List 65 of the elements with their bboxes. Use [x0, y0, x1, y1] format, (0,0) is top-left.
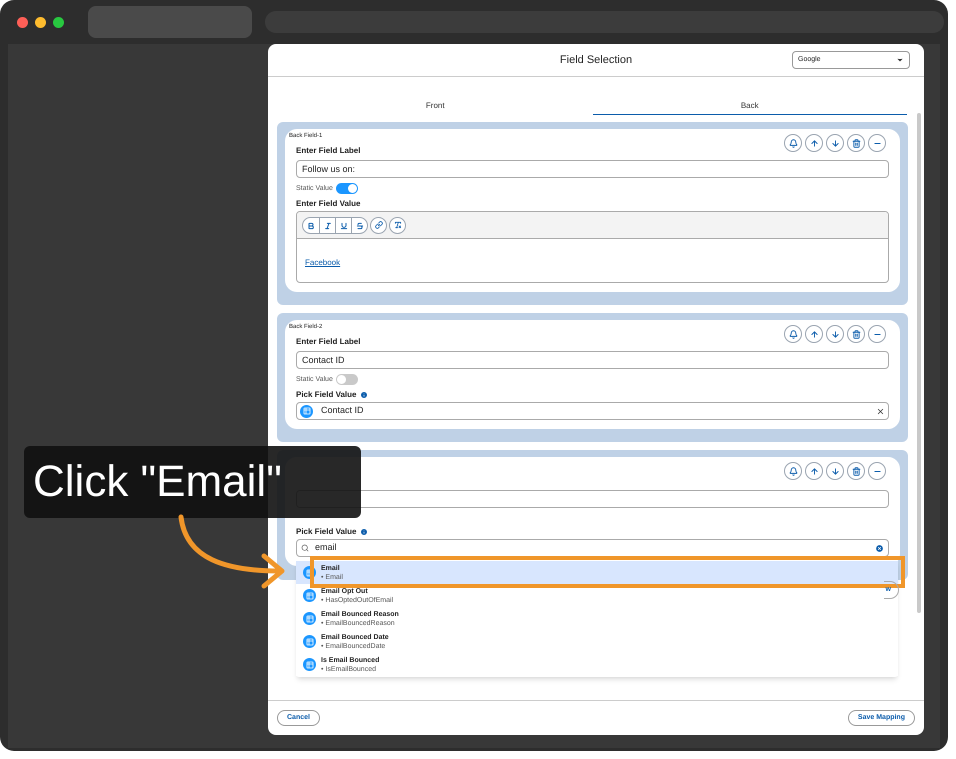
- table-icon: [303, 612, 316, 625]
- search-icon: [301, 544, 309, 552]
- bell-button[interactable]: [784, 462, 802, 480]
- move-down-icon: [830, 138, 840, 148]
- move-down-icon: [830, 466, 840, 476]
- italic-icon: [324, 222, 332, 230]
- field-label-input[interactable]: Contact ID: [296, 351, 889, 369]
- bell-button[interactable]: [784, 325, 802, 343]
- bell-icon: [788, 466, 798, 476]
- strikethrough-icon: [356, 222, 364, 230]
- table-icon: [303, 658, 316, 671]
- move-up-icon: [810, 330, 818, 338]
- field-heading: Enter Field Value: [296, 199, 360, 209]
- bold-icon: [307, 222, 315, 230]
- move-down-button[interactable]: [826, 134, 844, 152]
- scrollbar[interactable]: [917, 113, 921, 613]
- static-value-toggle[interactable]: [336, 374, 358, 385]
- info-icon: [360, 528, 368, 536]
- close-window-icon[interactable]: [17, 16, 28, 28]
- move-up-button[interactable]: [805, 325, 823, 343]
- search-field[interactable]: email: [296, 539, 889, 557]
- clear-format-button[interactable]: [389, 216, 406, 234]
- move-up-icon: [810, 466, 818, 476]
- underline-icon: [340, 222, 348, 230]
- static-value-toggle[interactable]: [336, 183, 358, 194]
- delete-icon: [852, 330, 860, 338]
- field-label-input[interactable]: Follow us on:: [296, 160, 889, 178]
- move-down-button[interactable]: [826, 462, 844, 480]
- field-heading: Pick Field Value: [296, 527, 356, 537]
- table-icon: [300, 404, 313, 418]
- table-icon: [303, 635, 316, 648]
- facebook-link[interactable]: Facebook: [305, 258, 340, 267]
- delete-button[interactable]: [847, 134, 865, 152]
- clear-icon[interactable]: [876, 406, 885, 416]
- delete-button[interactable]: [847, 325, 865, 343]
- bell-button[interactable]: [784, 134, 802, 152]
- dropdown-caret-icon: [896, 56, 904, 64]
- tab[interactable]: Front: [278, 98, 592, 115]
- tab[interactable]: Back: [592, 98, 907, 115]
- move-down-icon: [830, 330, 840, 338]
- info-icon: [360, 391, 368, 399]
- field-heading: Enter Field Label: [296, 337, 360, 346]
- field-heading: Pick Field Value: [296, 390, 356, 400]
- link-icon: [374, 221, 382, 229]
- table-icon: [303, 589, 316, 602]
- move-up-button[interactable]: [805, 134, 823, 152]
- move-down-button[interactable]: [826, 325, 844, 343]
- move-up-icon: [810, 138, 818, 148]
- bell-icon: [788, 330, 798, 338]
- field-heading: Enter Field Label: [296, 146, 360, 155]
- search-text: email: [315, 541, 338, 554]
- modal-title: Field Selection: [560, 52, 632, 68]
- maximize-window-icon[interactable]: [53, 16, 64, 28]
- delete-button[interactable]: [847, 462, 865, 480]
- picked-value-field[interactable]: Contact ID: [296, 402, 889, 420]
- link-button[interactable]: [370, 216, 387, 234]
- delete-icon: [852, 138, 860, 148]
- move-up-button[interactable]: [805, 462, 823, 480]
- rich-text-editor[interactable]: Facebook: [296, 211, 889, 283]
- clear-format-icon: [394, 221, 402, 229]
- bell-icon: [788, 138, 798, 148]
- minimize-window-icon[interactable]: [35, 16, 46, 28]
- delete-icon: [852, 466, 860, 476]
- annotation-text: Click "Email": [33, 456, 282, 508]
- picked-value: Contact ID: [321, 404, 365, 418]
